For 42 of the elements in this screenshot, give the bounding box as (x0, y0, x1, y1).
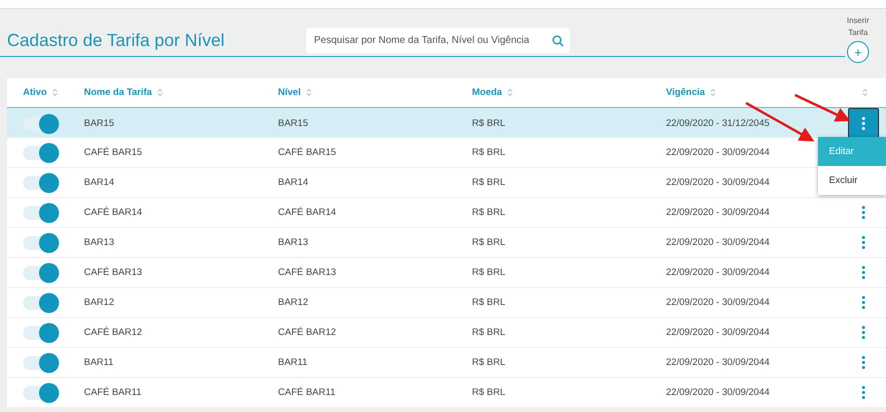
table-cell-text: R$ BRL (472, 147, 506, 158)
table-cell-text: BAR13 (84, 237, 116, 248)
table-cell-text: CAFÉ BAR11 (84, 387, 142, 398)
table-cell-text: BAR13 (278, 237, 310, 248)
table-cell-text: CAFÉ BAR13 (278, 267, 338, 278)
table-cell-text: CAFÉ BAR13 (84, 267, 144, 278)
table-cell-text: CAFÉ BAR11 (278, 387, 336, 398)
table-cell-text: BAR14 (278, 177, 310, 188)
table-cell-text: CAFÉ BAR15 (84, 147, 144, 158)
table-cell-text: BAR12 (278, 297, 310, 308)
table-cell-text: BAR11 (278, 357, 308, 368)
table-cell-text: 22/09/2020 - 30/09/2044 (666, 357, 771, 368)
page-title: Cadastro de Tarifa por Nível (7, 30, 226, 51)
table-cell-text: CAFÉ BAR15 (278, 147, 338, 158)
table-cell-text: 22/09/2020 - 30/09/2044 (666, 387, 771, 398)
table-cell-text: BAR11 (84, 357, 114, 368)
table-cell-text: R$ BRL (472, 267, 506, 278)
table-cell-text: R$ BRL (472, 357, 506, 368)
table-cell-text: 22/09/2020 - 30/09/2044 (666, 147, 771, 158)
table-cell-text: R$ BRL (472, 237, 506, 248)
table-cell-text: R$ BRL (472, 297, 506, 308)
table-cell-text: CAFÉ BAR14 (84, 207, 144, 218)
plus-icon: + (847, 41, 869, 63)
table-cell-text: R$ BRL (472, 387, 506, 398)
table-cell-text: BAR15 (278, 118, 310, 129)
table-cell-text: BAR15 (84, 118, 116, 129)
table-cell-text: R$ BRL (472, 177, 506, 188)
table-cell-text: BAR14 (84, 177, 116, 188)
table-cell-text: CAFÉ BAR12 (84, 327, 144, 338)
table-cell-text: 22/09/2020 - 30/09/2044 (666, 267, 771, 278)
table-cell-text: BAR12 (84, 297, 116, 308)
table-cell-text: 22/09/2020 - 30/09/2044 (666, 327, 771, 338)
table-cell-text: 22/09/2020 - 30/09/2044 (666, 207, 771, 218)
table-cell-text: 22/09/2020 - 30/09/2044 (666, 237, 771, 248)
table-cell-text: CAFÉ BAR12 (278, 327, 338, 338)
table-cell-text: CAFÉ BAR14 (278, 207, 338, 218)
table-cell-text: R$ BRL (472, 118, 506, 129)
table-cell-text: 22/09/2020 - 30/09/2044 (666, 297, 771, 308)
table-cell-text: 22/09/2020 - 30/09/2044 (666, 177, 771, 188)
table-cell-text: R$ BRL (472, 327, 506, 338)
table-cell-text: R$ BRL (472, 207, 506, 218)
table-cell-text: 22/09/2020 - 31/12/2045 (666, 118, 771, 129)
